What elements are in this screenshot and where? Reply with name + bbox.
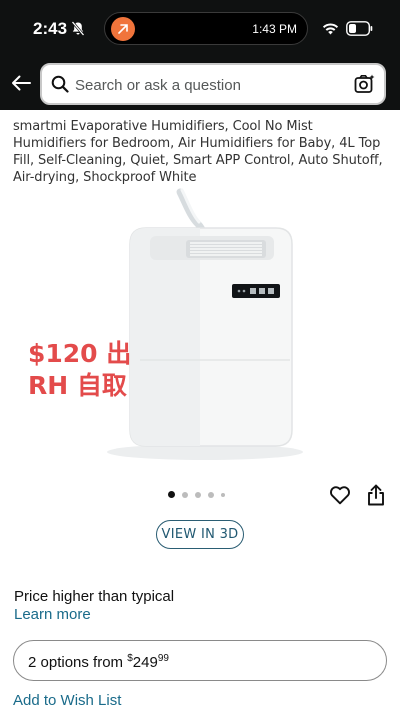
price-note: Price higher than typical — [14, 588, 175, 605]
island-time: 1:43 PM — [252, 22, 297, 36]
options-text: 2 options from $24999 — [28, 653, 169, 671]
back-button[interactable] — [10, 71, 32, 95]
camera-icon[interactable] — [354, 73, 376, 95]
bell-off-icon — [71, 21, 85, 36]
battery-icon — [346, 21, 373, 36]
dynamic-island[interactable]: 1:43 PM — [104, 12, 308, 45]
heart-icon[interactable] — [329, 485, 351, 505]
share-icon[interactable] — [367, 484, 385, 506]
search-box[interactable] — [40, 63, 386, 105]
search-icon — [51, 75, 69, 93]
wifi-icon — [322, 23, 339, 35]
back-arrow-icon — [12, 75, 31, 91]
pagination-dot-4[interactable] — [208, 491, 214, 498]
product-title[interactable]: smartmi Evaporative Humidifiers, Cool No… — [13, 118, 388, 186]
product-image[interactable]: $120 出 RH 自取 — [0, 184, 400, 470]
search-input[interactable] — [75, 74, 345, 96]
overlay-pickup-text: RH 自取 — [28, 371, 127, 400]
pagination-dot-1[interactable] — [168, 491, 175, 498]
island-app-icon — [111, 17, 135, 41]
pagination-dot-3[interactable] — [195, 491, 201, 498]
learn-more-link[interactable]: Learn more — [14, 606, 91, 623]
pagination-dot-5[interactable] — [221, 492, 225, 497]
overlay-price-text: $120 出 — [28, 339, 131, 368]
status-time: 2:43 — [33, 19, 68, 38]
view-in-3d-button[interactable]: VIEW IN 3D — [156, 520, 244, 549]
search-header — [0, 60, 400, 110]
status-bar: 2:43 1:43 PM — [0, 0, 400, 60]
add-to-wish-list-link[interactable]: Add to Wish List — [13, 692, 121, 709]
options-button[interactable]: 2 options from $24999 — [13, 640, 387, 681]
image-pagination[interactable] — [168, 491, 225, 498]
pagination-dot-2[interactable] — [182, 491, 188, 498]
